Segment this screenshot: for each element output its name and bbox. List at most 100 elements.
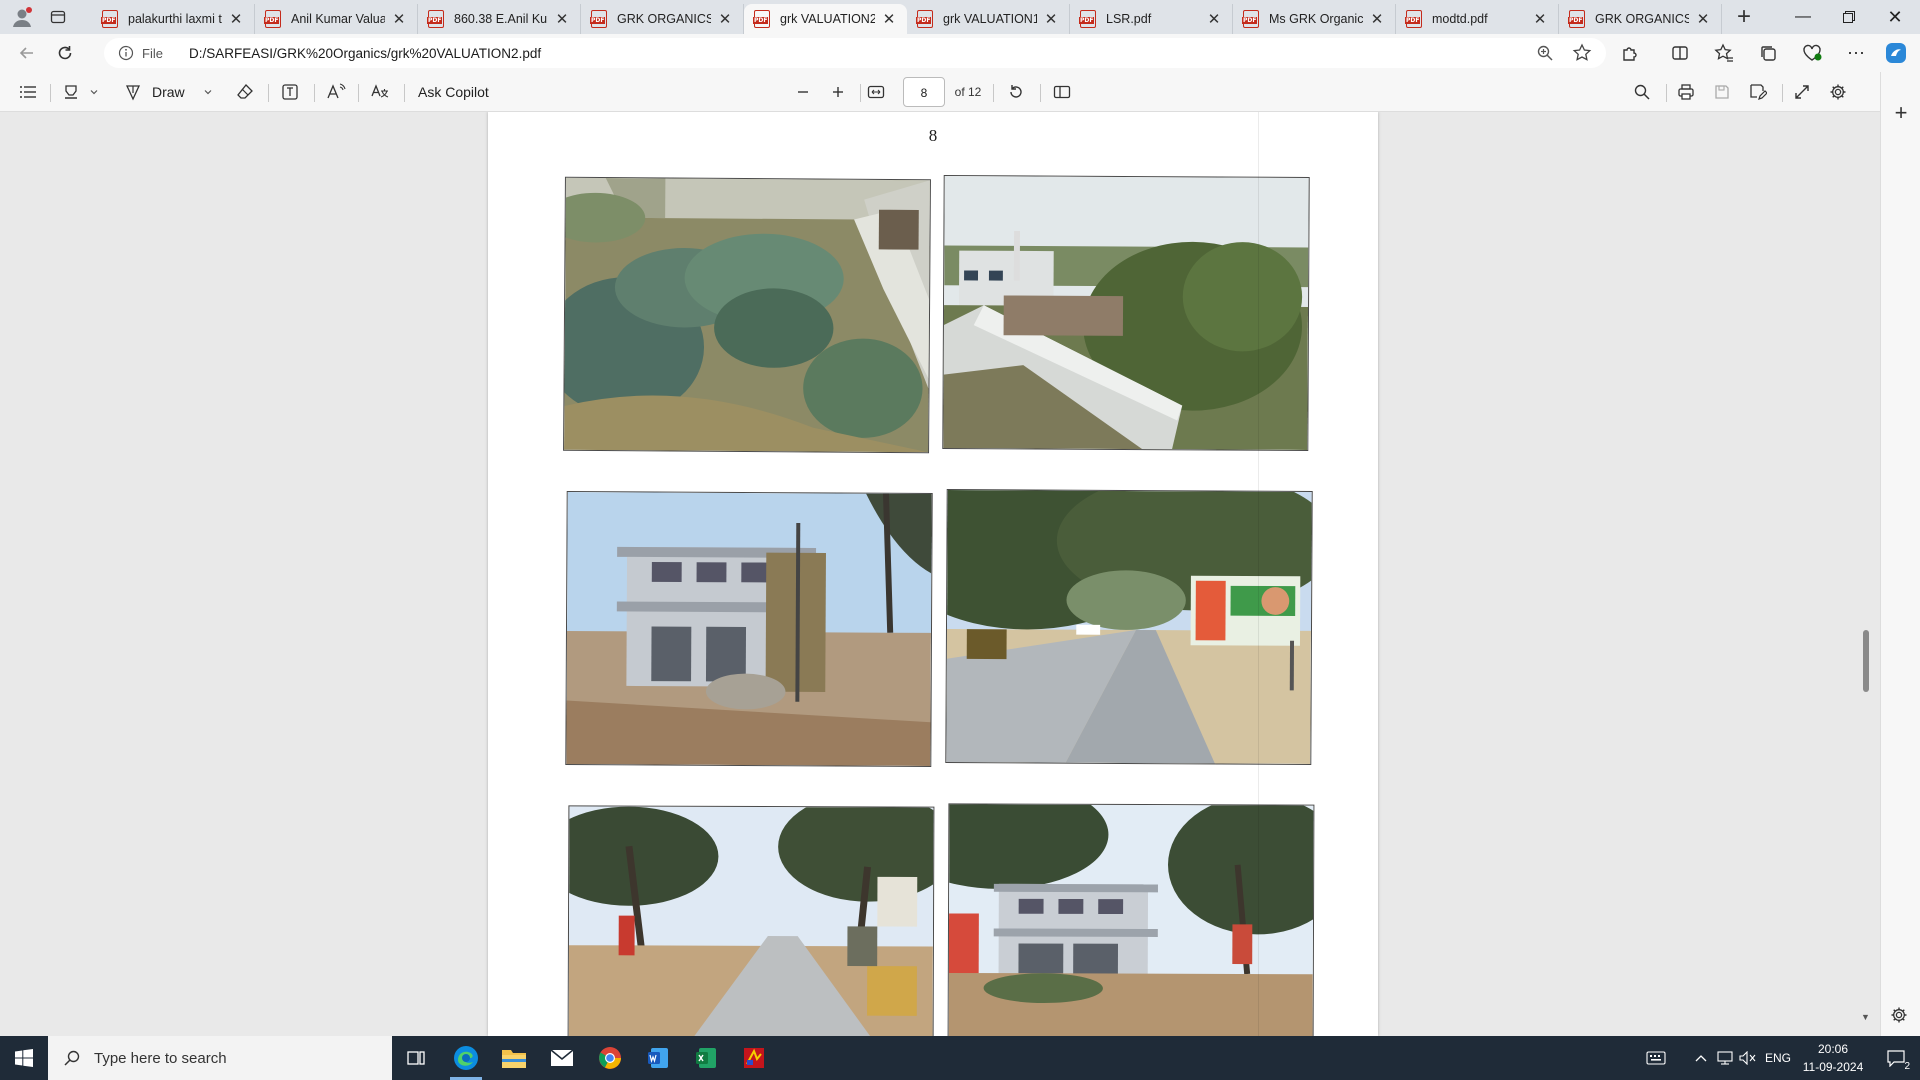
settings-more-button[interactable]: ⋯: [1840, 38, 1872, 68]
draw-button[interactable]: Draw: [124, 78, 198, 106]
sidebar-settings-button[interactable]: [1890, 1006, 1908, 1027]
puzzle-icon: [1623, 47, 1637, 61]
task-view-icon: [407, 1051, 425, 1065]
find-button[interactable]: [1628, 78, 1656, 106]
tab-title: palakurthi laxmi tea: [128, 12, 222, 26]
refresh-button[interactable]: [48, 38, 82, 68]
eraser-icon: [237, 84, 253, 99]
print-button[interactable]: [1672, 78, 1700, 106]
tab-close-icon[interactable]: ✕: [228, 10, 244, 28]
extensions-button[interactable]: [1614, 38, 1646, 68]
scrollbar-thumb[interactable]: [1863, 630, 1869, 692]
excel-icon: [696, 1048, 716, 1068]
collections-button[interactable]: [1752, 38, 1784, 68]
windows-taskbar: Type here to search ENG 20:06 11-09-2024: [0, 1036, 1920, 1080]
browser-tab[interactable]: grk VALUATION1.pdf ✕: [907, 4, 1070, 34]
keyboard-layout-icon[interactable]: [1642, 1036, 1670, 1080]
split-screen-button[interactable]: [1664, 38, 1696, 68]
erase-button[interactable]: [232, 78, 258, 106]
zoom-in-button[interactable]: [825, 78, 851, 106]
browser-tab[interactable]: modtd.pdf ✕: [1396, 4, 1559, 34]
browser-tab[interactable]: palakurthi laxmi tea ✕: [92, 4, 255, 34]
vertical-scrollbar[interactable]: ▲ ▼: [1860, 112, 1872, 1030]
tab-actions-button[interactable]: [44, 3, 72, 31]
close-window-button[interactable]: ✕: [1872, 0, 1918, 34]
volume-muted-icon[interactable]: [1736, 1036, 1760, 1080]
tab-close-icon[interactable]: ✕: [1206, 10, 1222, 28]
minimize-button[interactable]: —: [1780, 0, 1826, 34]
fit-to-width-button[interactable]: [862, 78, 890, 106]
read-aloud-button[interactable]: [322, 78, 350, 106]
clock-time: 20:06: [1817, 1042, 1849, 1056]
zoom-icon[interactable]: [1536, 44, 1554, 65]
taskbar-file-explorer[interactable]: [490, 1036, 538, 1080]
taskbar-mail[interactable]: [538, 1036, 586, 1080]
page-view-icon: [1053, 85, 1071, 99]
taskbar-edge[interactable]: [442, 1036, 490, 1080]
scan-fold-line: [1258, 112, 1259, 1036]
browser-tab[interactable]: GRK ORGANICS RT ✕: [1559, 4, 1722, 34]
tab-close-icon[interactable]: ✕: [391, 10, 407, 28]
translate-button[interactable]: [366, 78, 394, 106]
tab-close-icon[interactable]: ✕: [554, 10, 570, 28]
info-icon: [118, 45, 134, 61]
tab-close-icon[interactable]: ✕: [1043, 10, 1059, 28]
tab-close-icon[interactable]: ✕: [717, 10, 733, 28]
tab-close-icon[interactable]: ✕: [1369, 10, 1385, 28]
draw-dropdown[interactable]: [200, 78, 216, 106]
site-photo-building: [565, 491, 933, 767]
notifications-button[interactable]: 2: [1876, 1036, 1916, 1080]
show-hidden-icons-chevron-icon[interactable]: [1690, 1036, 1712, 1080]
tab-close-icon[interactable]: ✕: [881, 10, 897, 28]
url-text: D:/SARFEASI/GRK%20Organics/grk%20VALUATI…: [188, 45, 542, 61]
browser-essentials-button[interactable]: [1796, 38, 1828, 68]
taskbar-search-box[interactable]: Type here to search: [48, 1036, 392, 1080]
taskbar-excel[interactable]: [682, 1036, 730, 1080]
favorites-button[interactable]: [1708, 38, 1740, 68]
fullscreen-button[interactable]: [1788, 78, 1816, 106]
browser-tab[interactable]: grk VALUATION2.pdf ✕: [744, 4, 907, 34]
plus-icon: [833, 87, 843, 97]
printer-icon: [1678, 84, 1694, 100]
tab-title: LSR.pdf: [1106, 12, 1152, 26]
divider: [1782, 84, 1783, 102]
pdf-viewer[interactable]: 8 ▼: [0, 112, 1880, 1036]
highlight-button[interactable]: [58, 78, 84, 106]
profile-button[interactable]: [8, 3, 36, 31]
new-tab-button[interactable]: +: [1730, 3, 1758, 31]
scroll-down-arrow-icon[interactable]: ▼: [1861, 1012, 1870, 1022]
tab-close-icon[interactable]: ✕: [1532, 10, 1548, 28]
taskbar-app-red[interactable]: [730, 1036, 778, 1080]
system-clock[interactable]: 20:06 11-09-2024: [1786, 1040, 1880, 1076]
browser-tab[interactable]: LSR.pdf ✕: [1070, 4, 1233, 34]
rotate-button[interactable]: [1002, 78, 1030, 106]
start-button[interactable]: [0, 1036, 48, 1080]
save-as-button[interactable]: [1744, 78, 1772, 106]
pdf-file-icon: [1568, 10, 1585, 28]
highlight-dropdown[interactable]: [86, 78, 102, 106]
task-view-button[interactable]: [392, 1036, 440, 1080]
zoom-out-button[interactable]: [790, 78, 816, 106]
browser-tab[interactable]: Ms GRK Organics ✕: [1233, 4, 1396, 34]
taskbar-chrome[interactable]: [586, 1036, 634, 1080]
tab-close-icon[interactable]: ✕: [1695, 10, 1711, 28]
favorite-star-icon[interactable]: [1572, 43, 1592, 66]
save-button[interactable]: [1708, 78, 1736, 106]
browser-tab[interactable]: Anil Kumar Valuation ✕: [255, 4, 418, 34]
browser-tab[interactable]: GRK ORGANICS DIV ✕: [581, 4, 744, 34]
network-icon[interactable]: [1714, 1036, 1736, 1080]
add-text-button[interactable]: [276, 78, 304, 106]
contents-button[interactable]: [14, 78, 42, 106]
page-number-input[interactable]: 8: [903, 77, 945, 107]
ask-copilot-button[interactable]: Ask Copilot: [412, 78, 512, 106]
copilot-button[interactable]: [1880, 38, 1912, 68]
sidebar-add-button[interactable]: +: [1889, 102, 1913, 126]
back-button[interactable]: [10, 38, 44, 68]
notification-speech-bubble-icon: [1887, 1050, 1905, 1067]
restore-button[interactable]: [1826, 0, 1872, 34]
pdf-settings-button[interactable]: [1824, 78, 1852, 106]
page-view-button[interactable]: [1048, 78, 1076, 106]
address-field[interactable]: File D:/SARFEASI/GRK%20Organics/grk%20VA…: [104, 38, 1606, 68]
taskbar-word[interactable]: [634, 1036, 682, 1080]
browser-tab[interactable]: 860.38 E.Anil Kumar ✕: [418, 4, 581, 34]
